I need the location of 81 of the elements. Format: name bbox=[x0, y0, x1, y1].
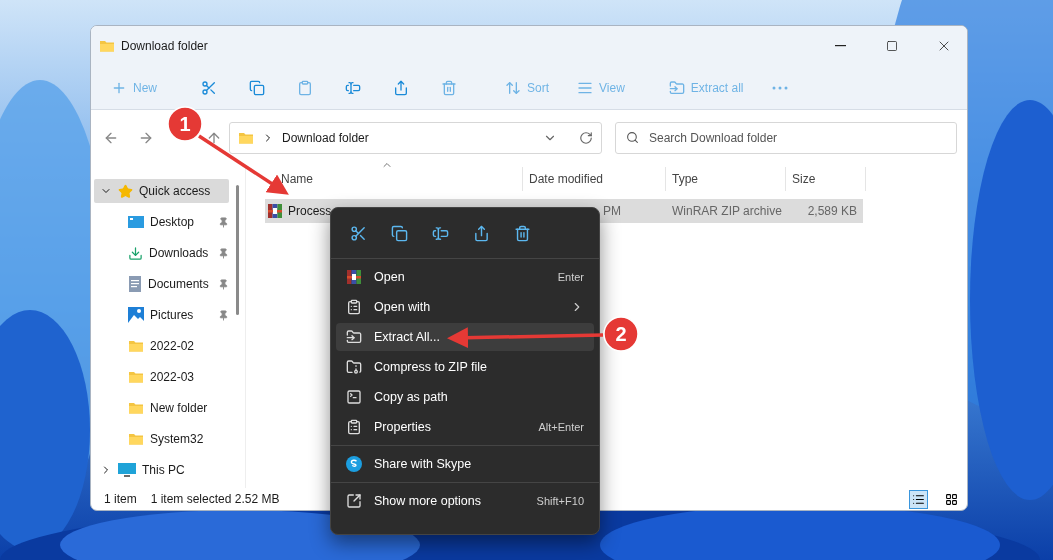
refresh-icon bbox=[579, 130, 593, 145]
menu-item[interactable]: Copy as path bbox=[336, 383, 594, 411]
search-field[interactable]: Search Download folder bbox=[615, 121, 957, 154]
callout-badge bbox=[603, 316, 639, 352]
shortcut-text: Shift+F10 bbox=[536, 495, 584, 507]
nav-item[interactable]: 2022-03 bbox=[94, 365, 229, 389]
type-cell: WinRAR ZIP archive bbox=[672, 204, 782, 218]
nav-item[interactable]: New folder bbox=[94, 396, 229, 420]
open-with-icon bbox=[346, 299, 362, 315]
column-header[interactable]: Size bbox=[786, 167, 866, 191]
download-icon bbox=[128, 245, 143, 261]
folder-icon bbox=[128, 369, 144, 385]
menu-item[interactable]: Open with bbox=[336, 293, 594, 321]
star-icon bbox=[118, 183, 133, 199]
size-cell: 2,589 KB bbox=[807, 204, 857, 218]
folder-icon bbox=[128, 431, 144, 447]
archive-icon bbox=[346, 269, 362, 285]
document-icon bbox=[128, 276, 142, 292]
paste-icon bbox=[297, 79, 313, 96]
cut-icon bbox=[201, 79, 217, 96]
item-count: 1 item bbox=[104, 492, 137, 506]
callout-number: 1 bbox=[179, 113, 191, 135]
copy-icon bbox=[390, 224, 408, 242]
nav-item[interactable]: Quick access bbox=[94, 179, 229, 203]
list-icon bbox=[912, 492, 925, 506]
maximize-icon bbox=[886, 40, 898, 52]
menu-item[interactable]: Compress to ZIP file bbox=[336, 353, 594, 381]
extract-icon bbox=[668, 79, 685, 96]
minimize-icon bbox=[834, 45, 846, 47]
menu-item[interactable]: Share with Skype bbox=[336, 450, 594, 478]
extract-icon bbox=[346, 329, 362, 345]
share-icon bbox=[472, 224, 490, 242]
expand-icon bbox=[346, 493, 362, 509]
menu-item[interactable]: Extract All... bbox=[336, 323, 594, 351]
desktop-icon bbox=[128, 215, 144, 229]
selection-info: 1 item selected 2.52 MB bbox=[150, 492, 280, 506]
column-header[interactable]: Date modified bbox=[523, 167, 666, 191]
path-icon bbox=[346, 389, 362, 405]
shortcut-text: Enter bbox=[557, 271, 584, 283]
nav-item[interactable]: Downloads bbox=[94, 241, 229, 265]
zip-folder-icon bbox=[346, 359, 362, 375]
properties-icon bbox=[346, 419, 362, 435]
folder-icon bbox=[99, 38, 115, 54]
column-header[interactable]: Type bbox=[666, 167, 786, 191]
pictures-icon bbox=[128, 307, 144, 323]
skype-icon bbox=[346, 456, 362, 472]
monitor-icon bbox=[118, 463, 136, 477]
folder-icon bbox=[128, 400, 144, 416]
archive-icon bbox=[267, 203, 283, 219]
nav-item[interactable]: Documents bbox=[94, 272, 229, 296]
more-icon bbox=[771, 85, 788, 90]
search-icon bbox=[626, 131, 639, 144]
folder-icon bbox=[128, 338, 144, 354]
delete-icon bbox=[513, 224, 531, 242]
callout-badge bbox=[167, 106, 203, 142]
sort-icon bbox=[505, 79, 521, 96]
nav-item[interactable]: Pictures bbox=[94, 303, 229, 327]
file-name: Process bbox=[288, 204, 332, 218]
copy-icon bbox=[249, 79, 265, 96]
menu-item[interactable]: Properties Alt+Enter bbox=[336, 413, 594, 441]
callout-number: 2 bbox=[615, 323, 627, 345]
menu-item[interactable]: Show more options Shift+F10 bbox=[336, 487, 594, 515]
details-view-button[interactable] bbox=[909, 489, 928, 509]
rename-icon bbox=[431, 224, 449, 242]
delete-icon bbox=[441, 79, 457, 96]
nav-item[interactable]: System32 bbox=[94, 427, 229, 451]
scrollbar-thumb[interactable] bbox=[236, 185, 239, 315]
address-bar[interactable]: Download folder bbox=[229, 121, 602, 154]
menu-item[interactable]: Open Enter bbox=[336, 263, 594, 291]
column-header[interactable]: Name bbox=[265, 167, 523, 191]
nav-item[interactable]: Desktop bbox=[94, 210, 229, 234]
shortcut-text: Alt+Enter bbox=[538, 421, 584, 433]
share-icon bbox=[393, 79, 409, 96]
nav-item[interactable]: This PC bbox=[94, 458, 229, 482]
window-title: Download folder bbox=[121, 39, 209, 53]
cut-icon bbox=[349, 224, 367, 242]
grid-icon bbox=[945, 492, 958, 506]
rename-icon bbox=[345, 79, 361, 96]
nav-item[interactable]: 2022-02 bbox=[94, 334, 229, 358]
date-cell: PM bbox=[603, 204, 621, 218]
search-input[interactable]: Search Download folder bbox=[649, 130, 799, 145]
